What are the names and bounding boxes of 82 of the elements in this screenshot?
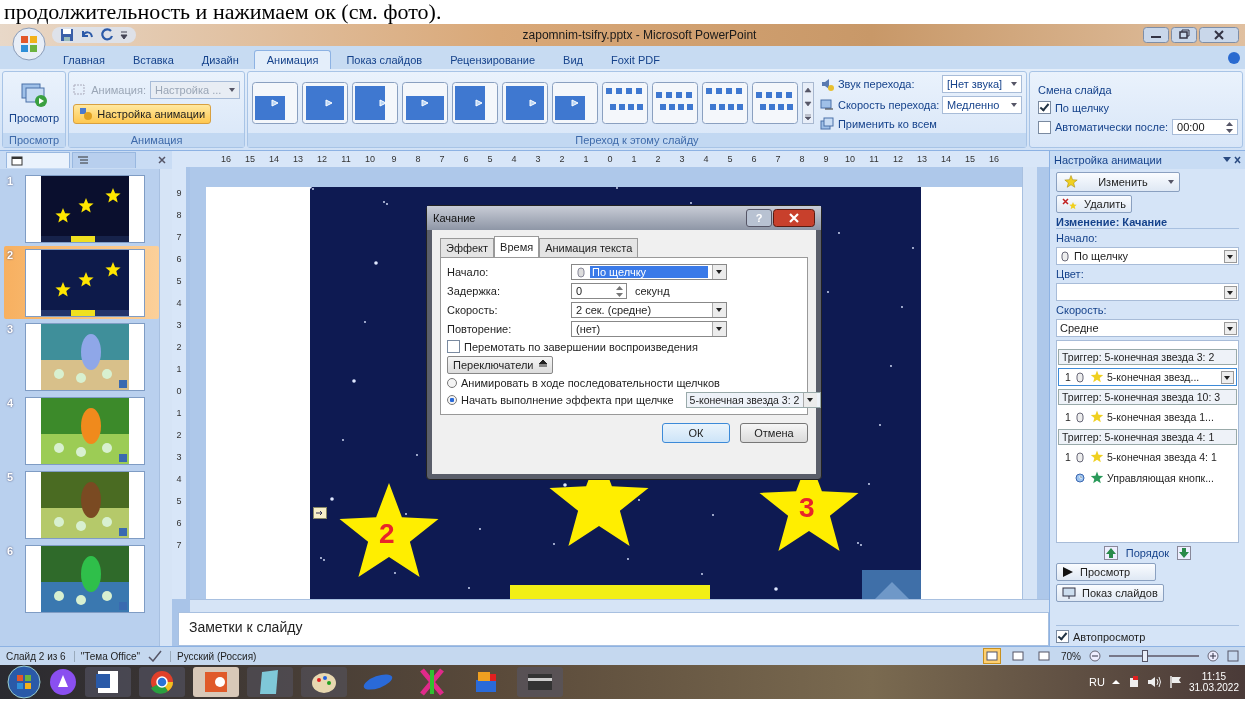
slide-number: 5 (7, 471, 15, 483)
order-label: Порядок (1125, 547, 1170, 559)
play-button[interactable]: Просмотр (1056, 563, 1156, 581)
ribbon-tab[interactable]: Рецензирование (437, 50, 549, 69)
animation-list-item[interactable]: 1 5-конечная звезда 4: 1 (1058, 448, 1237, 466)
animation-list-item[interactable]: 1 5-конечная звезд... (1058, 368, 1237, 386)
field-label: Повторение: (447, 323, 513, 335)
vertical-ruler: 9 8 7 6 5 4 3 2 1 0 1 2 3 4 5 6 7 (172, 167, 186, 599)
ribbon-tab[interactable]: Дизайн (188, 50, 252, 69)
checkbox-label: Автопросмотр (1073, 630, 1146, 643)
slide-show-button[interactable]: Показ слайдов (1056, 584, 1164, 602)
caption-text: продолжительность и нажимаем ок (см. фото). (3, 0, 443, 24)
speed-dropdown[interactable]: Средне (1056, 319, 1239, 337)
group-label: Просмотр (3, 133, 66, 147)
clock-time: 11:15 (1201, 671, 1227, 682)
speed-dropdown[interactable]: 2 сек. (средне) (571, 302, 727, 318)
checkbox-label: Автоматически после: (1054, 121, 1169, 133)
field-label: Задержка: (447, 285, 501, 297)
group-label: Анимация (69, 133, 244, 147)
apply-to-all-button[interactable]: Применить ко всем (819, 116, 1022, 131)
zoom-level[interactable]: 70% (1061, 650, 1081, 662)
dialog-tab[interactable]: Эффект (440, 238, 495, 257)
cancel-button[interactable]: Отмена (740, 423, 808, 443)
trigger-header: Триггер: 5-конечная звезда 3: 2 (1058, 349, 1237, 365)
theme-name: "Тема Office" (73, 650, 141, 662)
checkbox-label: По щелчку (1054, 101, 1110, 114)
speed-dropdown[interactable]: Медленно (941, 95, 1022, 114)
slide-number: 3 (7, 323, 15, 335)
pane-title: Настройка анимации (1054, 154, 1162, 166)
ok-button[interactable]: ОК (662, 423, 730, 443)
field-label: Скорость: (1056, 304, 1108, 316)
remove-button[interactable]: Удалить (1056, 195, 1132, 213)
field-label: Начало: (447, 266, 490, 278)
window-title: zapomnim-tsifry.pptx - Microsoft PowerPoint (521, 28, 758, 42)
speed-label: Скорость перехода: (837, 98, 938, 111)
repeat-dropdown[interactable]: (нет) (571, 321, 727, 337)
animation-list-item[interactable]: Управляющая кнопк... (1058, 469, 1237, 487)
slide-number: 4 (7, 397, 15, 409)
keyboard-language[interactable]: RU (1089, 676, 1105, 688)
ribbon-tab[interactable]: Foxit PDF (598, 50, 673, 69)
unit-label: секунд (635, 285, 670, 297)
checkbox-label: Перемотать по завершении воспроизведения (464, 340, 698, 353)
ribbon-tab[interactable]: Вставка (119, 50, 187, 69)
radio-label: Начать выполнение эффекта при щелчке (461, 394, 674, 406)
trigger-header: Триггер: 5-конечная звезда 10: 3 (1058, 389, 1237, 405)
horizontal-ruler: 16 15 14 13 12 11 10 9 8 7 6 5 4 3 2 1 0 1 2 3 4 5 6 7 8 9 10 11 12 13 14 15 16 (172, 151, 1049, 167)
slide-number: 6 (7, 545, 15, 557)
star-number: 3 (799, 492, 815, 524)
sound-dropdown[interactable]: [Нет звука] (941, 74, 1022, 93)
notes-pane[interactable]: Заметки к слайду (178, 612, 1049, 646)
animation-list-item[interactable]: 1 5-конечная звезда 1... (1058, 408, 1237, 426)
dialog-tab[interactable]: Анимация текста (539, 238, 639, 257)
ribbon-tab[interactable]: Показ слайдов (333, 50, 436, 69)
field-label: Скорость: (447, 304, 499, 316)
dialog-title: Качание (433, 212, 476, 224)
slide-number: 2 (7, 249, 15, 261)
preview-button[interactable]: Просмотр (7, 79, 62, 126)
ribbon-tab[interactable]: Вид (550, 50, 596, 69)
start-dropdown[interactable]: По щелчку (571, 264, 727, 280)
star-number: 2 (379, 518, 395, 550)
section-heading: Изменение: Качание (1056, 216, 1239, 229)
field-label: Начало: (1056, 232, 1099, 244)
group-label: Переход к этому слайду (247, 133, 1026, 147)
ribbon-tab[interactable]: Анимация (253, 50, 332, 69)
delay-spinner[interactable]: 0 (571, 283, 627, 299)
dialog-tab[interactable]: Время (494, 236, 540, 257)
change-button[interactable]: Изменить (1056, 172, 1180, 192)
clock-date: 31.03.2022 (1188, 682, 1239, 693)
animation-label: Анимация: (91, 84, 146, 96)
time-spinner[interactable]: 00:00 (1172, 119, 1239, 135)
field-label: Цвет: (1056, 268, 1085, 280)
radio-label: Анимировать в ходе последовательности щелчков (461, 377, 720, 389)
sound-label: Звук перехода: (837, 77, 916, 90)
trigger-dropdown[interactable]: 5-конечная звезда 3: 2 (685, 392, 822, 408)
start-dropdown[interactable]: По щелчку (1056, 247, 1239, 265)
triggers-button[interactable]: Переключатели (447, 356, 554, 374)
group-title: Смена слайда (1037, 84, 1112, 96)
language-indicator[interactable]: Русский (Россия) (170, 650, 257, 662)
ribbon-tab[interactable]: Главная (50, 50, 118, 69)
slide-number: 1 (7, 175, 15, 187)
slide-counter: Слайд 2 из 6 (6, 650, 66, 662)
trigger-header: Триггер: 5-конечная звезда 4: 1 (1058, 429, 1237, 445)
